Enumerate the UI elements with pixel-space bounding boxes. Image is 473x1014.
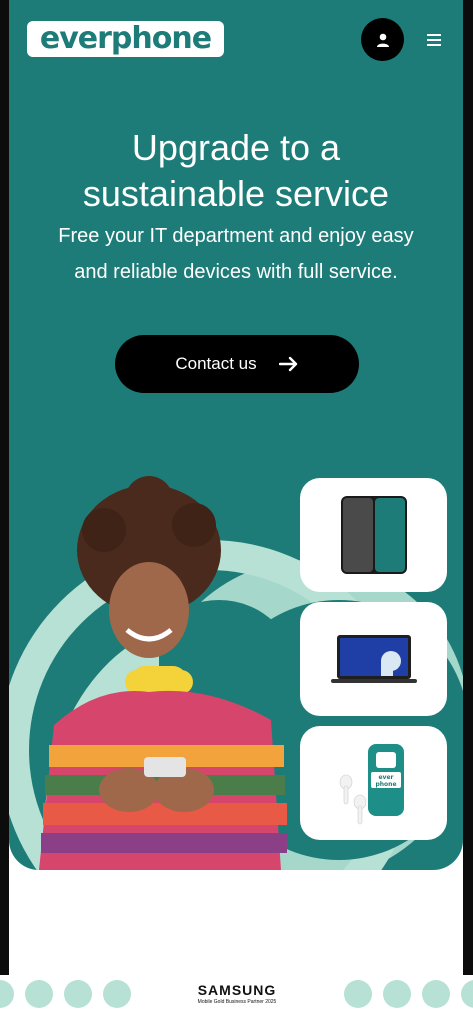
decorative-dot <box>25 980 53 1008</box>
samsung-logo: SAMSUNG <box>197 982 277 998</box>
laptop-icon <box>330 635 417 683</box>
partner-caption: Mobile Gold Business Partner 2025 <box>197 999 277 1005</box>
decorative-dot <box>422 980 450 1008</box>
contact-us-button[interactable]: Contact us <box>115 335 359 393</box>
earbuds-icon: ever phone <box>339 744 404 825</box>
case-text-line1: ever <box>378 774 393 781</box>
decorative-dot <box>0 980 14 1008</box>
hero-title-line-1: Upgrade to a <box>131 127 341 168</box>
right-frame-edge <box>463 0 473 975</box>
everphone-logo[interactable]: everphone <box>27 21 224 57</box>
decorative-dot <box>344 980 372 1008</box>
arrow-right-icon <box>278 356 297 372</box>
case-text-line2: phone <box>375 781 396 788</box>
contact-us-label: Contact us <box>175 354 257 373</box>
hero-subtitle-line-1: Free your IT department and enjoy easy <box>58 225 414 247</box>
hero-title-line-2: sustainable service <box>82 173 390 214</box>
user-icon <box>376 33 389 47</box>
samsung-partner-badge: SAMSUNG Mobile Gold Business Partner 202… <box>182 982 292 1006</box>
smartphone-card[interactable] <box>300 478 447 592</box>
hero-section: everphone Upgrade to a sustainable servi… <box>9 0 463 870</box>
decorative-dots-right <box>344 980 473 1008</box>
hamburger-menu-icon[interactable] <box>423 29 445 51</box>
hero-subtitle: Free your IT department and enjoy easy a… <box>39 218 433 290</box>
laptop-card[interactable] <box>300 602 447 716</box>
logo-text: everphone <box>39 21 212 56</box>
decorative-dot <box>461 980 473 1008</box>
decorative-dot <box>383 980 411 1008</box>
earbuds-card[interactable]: ever phone <box>300 726 447 840</box>
decorative-dots-left <box>0 980 131 1008</box>
left-frame-edge <box>0 0 9 975</box>
smartphone-icon <box>340 496 407 574</box>
decorative-dot <box>103 980 131 1008</box>
hero-title: Upgrade to a sustainable service <box>9 125 463 217</box>
hero-subtitle-line-2: and reliable devices with full service. <box>74 261 398 283</box>
account-button[interactable] <box>361 18 404 61</box>
decorative-dot <box>64 980 92 1008</box>
